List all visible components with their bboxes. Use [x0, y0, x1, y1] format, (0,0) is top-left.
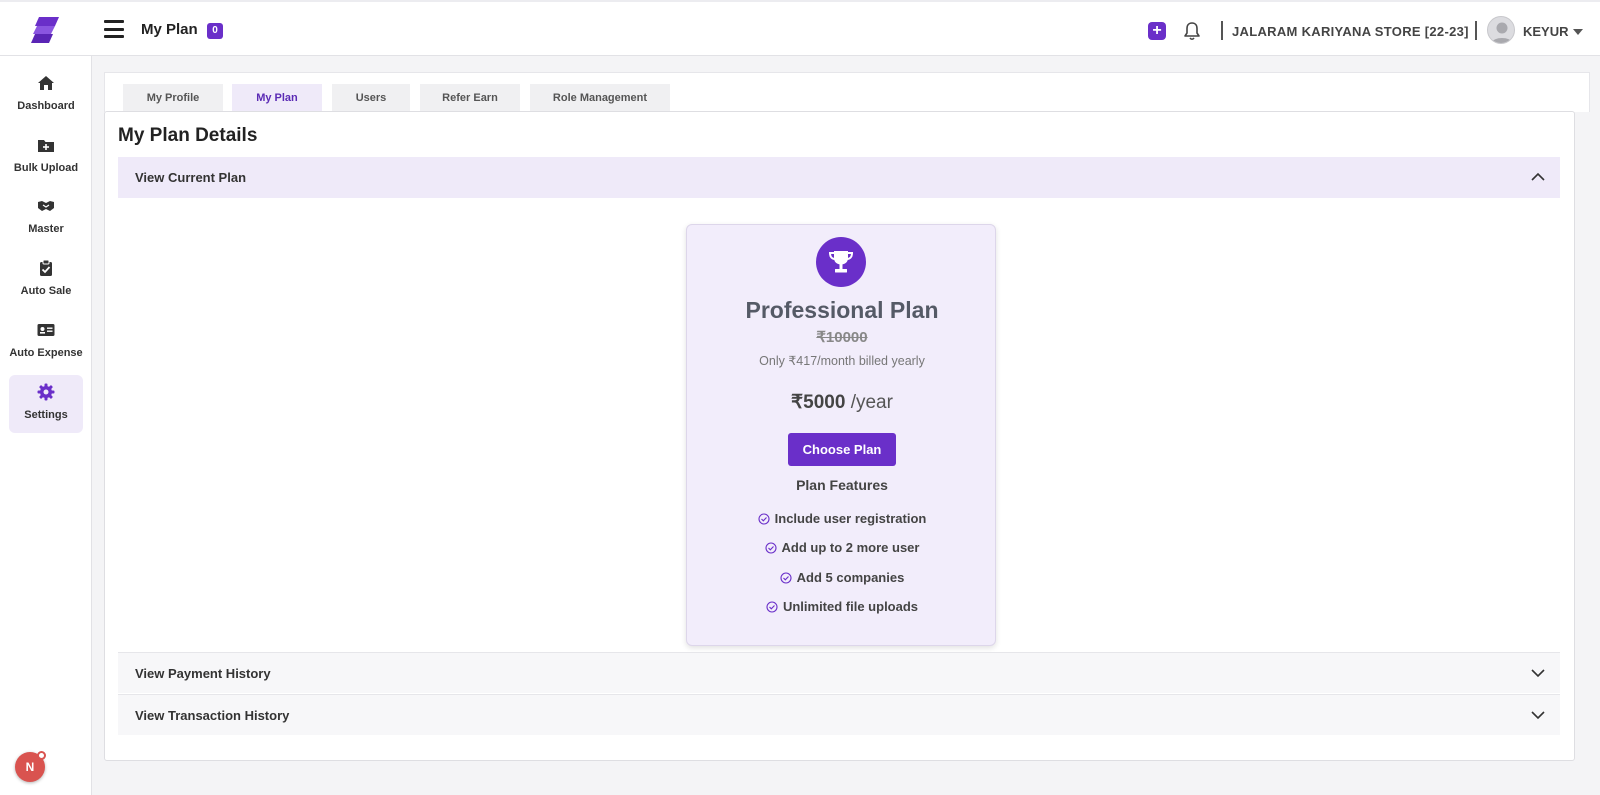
feature-label: Add 5 companies: [796, 570, 905, 585]
feature-label: Unlimited file uploads: [782, 599, 919, 614]
accordion-payment-history[interactable]: View Payment History: [118, 652, 1560, 693]
accordion-label: View Transaction History: [135, 708, 290, 723]
sidebar-item-label: Auto Sale: [20, 285, 72, 297]
price-amount: 5000: [803, 392, 846, 413]
clipboard-check-icon: [40, 259, 52, 276]
gear-icon: [37, 383, 55, 401]
id-card-icon: [37, 324, 55, 336]
tab-role-management[interactable]: Role Management: [530, 84, 670, 113]
check-circle-icon: [758, 513, 770, 525]
caret-down-icon[interactable]: [1573, 29, 1583, 35]
accordion-transaction-history[interactable]: View Transaction History: [118, 694, 1560, 735]
features-title: Plan Features: [796, 477, 888, 493]
feature-label: Include user registration: [774, 511, 927, 526]
app-logo[interactable]: [30, 14, 62, 46]
menu-toggle-icon[interactable]: [104, 20, 124, 38]
add-button[interactable]: +: [1148, 22, 1166, 40]
sidebar-item-settings[interactable]: Settings: [9, 375, 83, 433]
user-name[interactable]: KEYUR: [1523, 24, 1569, 39]
avatar[interactable]: [1487, 16, 1515, 44]
section-title: My Plan Details: [118, 125, 258, 146]
page-title: My Plan: [141, 21, 198, 38]
sidebar-item-label: Master: [28, 223, 64, 235]
company-selector[interactable]: JALARAM KARIYANA STORE [22-23]: [1232, 24, 1469, 39]
home-icon: [38, 76, 54, 90]
check-circle-icon: [766, 601, 778, 613]
plan-price: ₹5000 /year: [687, 391, 997, 414]
price-currency: ₹: [791, 392, 804, 413]
sidebar-item-label: Bulk Upload: [13, 162, 79, 174]
sidebar: Dashboard Bulk Upload Master Auto Sale A…: [0, 56, 92, 795]
accordion-label: View Payment History: [135, 666, 271, 681]
trophy-icon: [829, 251, 853, 273]
original-price: ₹10000: [816, 329, 868, 346]
plan-card: Professional Plan ₹10000 Only ₹417/month…: [686, 224, 996, 646]
choose-plan-button[interactable]: Choose Plan: [788, 433, 896, 466]
feature-item: Add 5 companies: [687, 570, 997, 585]
check-circle-icon: [764, 542, 777, 554]
feature-item: Add up to 2 more user: [687, 540, 997, 555]
tab-users[interactable]: Users: [332, 84, 410, 113]
sidebar-item-label: Dashboard: [17, 100, 75, 112]
sidebar-item-label: Auto Expense: [9, 347, 83, 359]
chevron-down-icon: [1531, 669, 1545, 678]
sidebar-item-master[interactable]: Master: [9, 189, 83, 247]
handshake-icon: [38, 201, 54, 211]
tab-my-profile[interactable]: My Profile: [123, 84, 223, 113]
folder-plus-icon: [38, 140, 54, 152]
feature-label: Add up to 2 more user: [781, 540, 920, 555]
monthly-note: Only ₹417/month billed yearly: [759, 354, 925, 368]
status-dot: [37, 751, 46, 760]
feature-item: Unlimited file uploads: [687, 599, 997, 614]
sidebar-item-label: Settings: [24, 409, 68, 421]
chevron-down-icon: [1531, 711, 1545, 720]
tab-my-plan[interactable]: My Plan: [232, 84, 322, 113]
divider: [1221, 21, 1223, 40]
trophy-badge: [816, 237, 866, 287]
tab-bar: My Profile My Plan Users Refer Earn Role…: [104, 72, 1590, 113]
sidebar-item-bulk-upload[interactable]: Bulk Upload: [9, 128, 83, 186]
count-badge: 0: [207, 23, 223, 39]
sidebar-item-auto-sale[interactable]: Auto Sale: [9, 251, 83, 309]
tab-refer-earn[interactable]: Refer Earn: [420, 84, 520, 113]
check-circle-icon: [780, 572, 792, 584]
sidebar-item-auto-expense[interactable]: Auto Expense: [9, 313, 83, 371]
sidebar-item-dashboard[interactable]: Dashboard: [9, 66, 83, 124]
user-icon: [1491, 22, 1513, 43]
bell-icon[interactable]: [1183, 21, 1201, 41]
chevron-up-icon: [1531, 172, 1545, 181]
feature-item: Include user registration: [687, 511, 997, 526]
plan-name: Professional Plan: [745, 297, 939, 323]
plan-details-card: My Plan Details View Current Plan Profes…: [104, 111, 1575, 761]
top-bar: My Plan 0 + JALARAM KARIYANA STORE [22-2…: [0, 0, 1600, 56]
price-period: /year: [845, 392, 893, 413]
accordion-label: View Current Plan: [135, 170, 247, 185]
divider: [1475, 21, 1477, 40]
accordion-current-plan[interactable]: View Current Plan: [118, 157, 1560, 198]
